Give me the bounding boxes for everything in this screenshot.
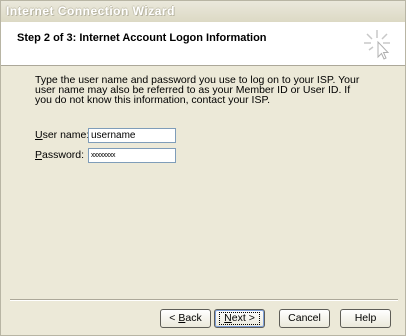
password-input[interactable]: xxxxxxxx xyxy=(88,148,176,163)
password-label: Password: xyxy=(35,149,85,161)
username-input[interactable]: username xyxy=(88,128,176,143)
wizard-header: Step 2 of 3: Internet Account Logon Info… xyxy=(1,22,405,66)
username-label: User name: xyxy=(35,129,90,141)
next-button[interactable]: Next > xyxy=(214,309,265,328)
window-title: Internet Connection Wizard xyxy=(6,4,175,18)
wizard-cursor-icon xyxy=(364,30,390,60)
back-button[interactable]: < Back xyxy=(160,309,211,328)
title-bar[interactable]: Internet Connection Wizard xyxy=(1,1,405,23)
help-button[interactable]: Help xyxy=(340,309,391,328)
wizard-window: Internet Connection Wizard Step 2 of 3: … xyxy=(0,0,406,336)
bottom-separator xyxy=(10,299,398,301)
cancel-button[interactable]: Cancel xyxy=(279,309,330,328)
step-title: Step 2 of 3: Internet Account Logon Info… xyxy=(17,32,267,44)
focus-indicator xyxy=(219,312,260,325)
instructions-text: Type the user name and password you use … xyxy=(35,74,360,106)
